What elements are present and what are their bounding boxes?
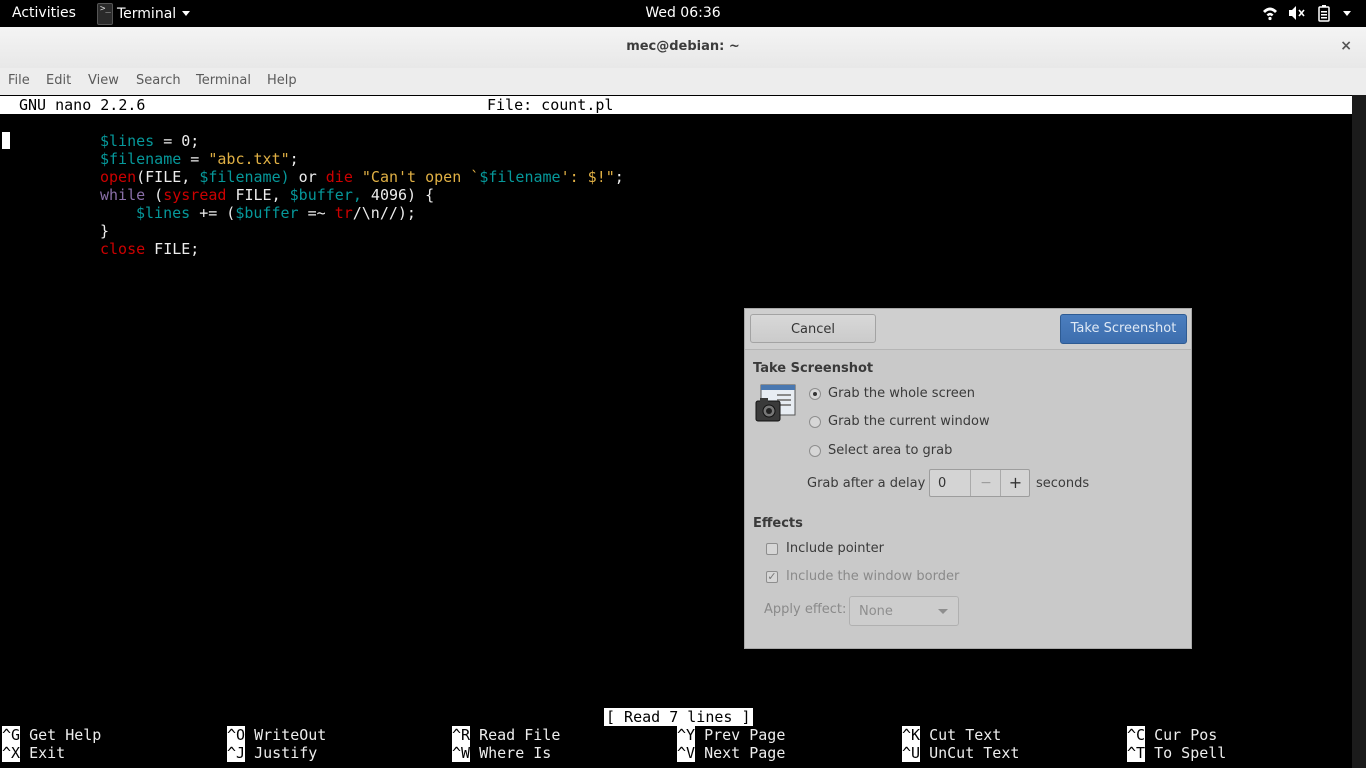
nano-version: GNU nano 2.2.6 — [19, 96, 146, 114]
text-cursor — [2, 132, 10, 149]
code-line-7: close FILE; — [100, 240, 200, 258]
shortcut-prev-page: ^Y Prev Page — [677, 726, 786, 744]
shortcut-uncut-text: ^U UnCut Text — [902, 744, 1020, 762]
code-line-1: $lines = 0; — [100, 132, 200, 150]
shortcut-where-is: ^W Where Is — [452, 744, 552, 762]
window-titlebar[interactable]: mec@debian: ~ × — [0, 27, 1366, 68]
nano-status-message: [ Read 7 lines ] — [604, 708, 753, 726]
option-whole-screen-label[interactable]: Grab the whole screen — [828, 386, 975, 401]
close-icon[interactable]: × — [1340, 38, 1352, 54]
shortcut-to-spell: ^T To Spell — [1127, 744, 1227, 762]
menu-help[interactable]: Help — [267, 73, 297, 88]
terminal-app-icon: >_ — [97, 2, 113, 25]
volume-muted-icon — [1289, 6, 1305, 20]
code-line-5: $lines += ($buffer =~ tr/\n//); — [136, 204, 416, 222]
apply-effect-select[interactable]: None — [849, 596, 959, 626]
shortcut-read-file: ^R Read File — [452, 726, 561, 744]
top-bar: Activities >_ Terminal Wed 06:36 — [0, 0, 1366, 27]
wifi-icon — [1263, 7, 1277, 21]
system-menu-arrow-icon — [1343, 11, 1351, 16]
activities-button[interactable]: Activities — [12, 5, 76, 21]
take-screenshot-button[interactable]: Take Screenshot — [1060, 314, 1187, 344]
nano-filename: File: count.pl — [487, 96, 614, 114]
delay-increment-button[interactable]: + — [1000, 470, 1030, 496]
shortcut-exit: ^X Exit — [2, 744, 66, 762]
code-line-2: $filename = "abc.txt"; — [100, 150, 299, 168]
camera-icon — [755, 384, 796, 422]
screenshot-dialog: Cancel Take Screenshot Take Screenshot G… — [744, 308, 1192, 649]
include-border-checkbox[interactable]: ✓ — [766, 571, 778, 583]
shortcut-get-help: ^G Get Help — [2, 726, 102, 744]
radio-current-window[interactable] — [809, 416, 821, 428]
section-title-take-screenshot: Take Screenshot — [753, 361, 874, 376]
menu-view[interactable]: View — [88, 73, 119, 88]
menu-file[interactable]: File — [8, 73, 30, 88]
section-title-effects: Effects — [753, 516, 803, 531]
cancel-button[interactable]: Cancel — [750, 314, 876, 343]
terminal-scrollbar[interactable] — [1352, 95, 1366, 768]
option-select-area-label[interactable]: Select area to grab — [828, 443, 952, 458]
menu-search[interactable]: Search — [136, 73, 181, 88]
code-line-4: while (sysread FILE, $buffer, 4096) { — [100, 186, 435, 204]
apply-effect-value: None — [859, 604, 893, 619]
menu-terminal[interactable]: Terminal — [196, 73, 251, 88]
shortcut-cut-text: ^K Cut Text — [902, 726, 1002, 744]
chevron-down-icon — [182, 11, 191, 16]
delay-spin-button[interactable]: 0 − + — [929, 469, 1030, 497]
include-border-label[interactable]: Include the window border — [786, 569, 959, 584]
include-pointer-checkbox[interactable] — [766, 543, 778, 555]
system-tray[interactable] — [1262, 4, 1352, 22]
window-title: mec@debian: ~ — [626, 39, 740, 54]
nano-header-bar: GNU nano 2.2.6 File: count.pl — [0, 96, 1352, 114]
apply-effect-label: Apply effect: — [764, 602, 847, 617]
shortcut-writeout: ^O WriteOut — [227, 726, 327, 744]
delay-label: Grab after a delay of — [807, 476, 942, 491]
menu-edit[interactable]: Edit — [46, 73, 71, 88]
battery-icon — [1318, 5, 1330, 22]
delay-decrement-button[interactable]: − — [970, 470, 1001, 496]
clock[interactable]: Wed 06:36 — [645, 5, 720, 21]
app-menu[interactable]: >_ Terminal — [97, 0, 191, 27]
dialog-header: Cancel Take Screenshot — [745, 309, 1191, 350]
option-current-window-label[interactable]: Grab the current window — [828, 414, 990, 429]
shortcut-next-page: ^V Next Page — [677, 744, 786, 762]
radio-whole-screen[interactable] — [809, 388, 821, 400]
shortcut-cur-pos: ^C Cur Pos — [1127, 726, 1218, 744]
code-line-3: open(FILE, $filename) or die "Can't open… — [100, 168, 624, 186]
chevron-down-icon — [938, 609, 948, 614]
radio-select-area[interactable] — [809, 445, 821, 457]
shortcut-justify: ^J Justify — [227, 744, 318, 762]
code-line-6: } — [100, 222, 110, 240]
delay-input[interactable]: 0 — [938, 476, 946, 491]
delay-unit: seconds — [1036, 476, 1090, 491]
menu-bar: File Edit View Search Terminal Help — [0, 68, 1366, 96]
app-menu-label: Terminal — [117, 5, 177, 22]
include-pointer-label[interactable]: Include pointer — [786, 541, 884, 556]
